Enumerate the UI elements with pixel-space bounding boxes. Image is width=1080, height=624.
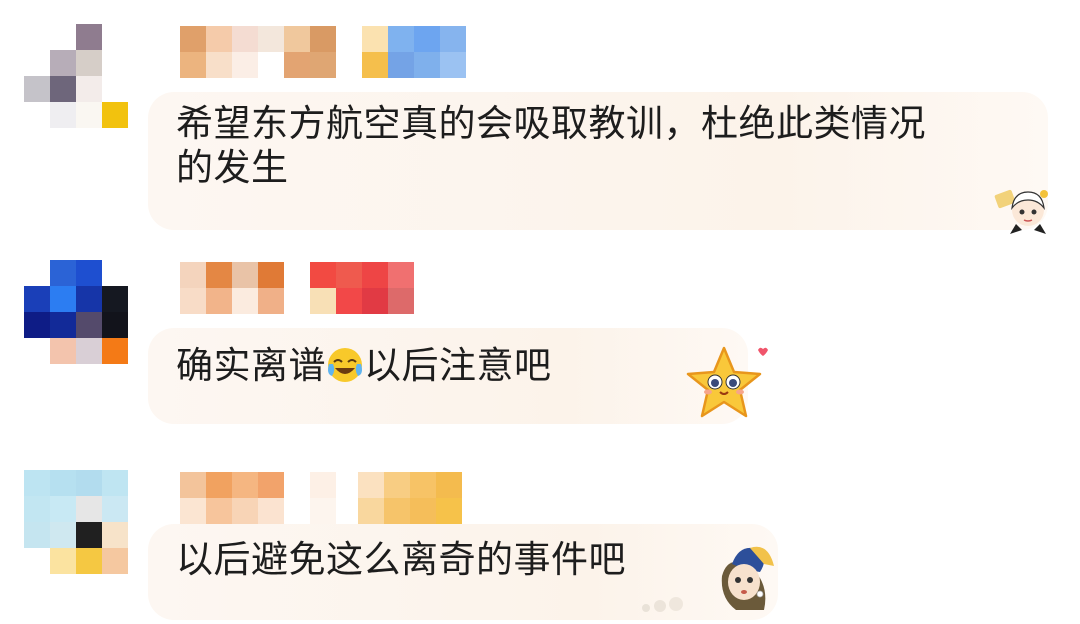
comment-item: 以后避免这么离奇的事件吧: [0, 440, 1080, 624]
username-blurred[interactable]: [180, 26, 492, 78]
username-blurred[interactable]: [180, 472, 488, 524]
avatar[interactable]: [24, 470, 128, 574]
avatar[interactable]: [24, 24, 128, 128]
comment-item: 确实离谱 以后注意吧: [0, 240, 1080, 440]
comment-text: 希望东方航空真的会吸取教训，杜绝此类情况 的发生: [176, 102, 926, 189]
pearl-earring-girl-sticker-icon: [642, 546, 774, 612]
star-sticker-icon: [686, 346, 768, 418]
avatar[interactable]: [24, 260, 128, 364]
username-blurred[interactable]: [180, 262, 440, 314]
comment-text: 以后避免这么离奇的事件吧: [176, 538, 626, 581]
comment-item: 希望东方航空真的会吸取教训，杜绝此类情况 的发生: [0, 0, 1080, 240]
laughing-crying-emoji-icon: [328, 348, 362, 382]
girl-sticker-icon: [994, 189, 1048, 234]
comment-text: 确实离谱 以后注意吧: [176, 344, 552, 387]
comment-list: 希望东方航空真的会吸取教训，杜绝此类情况 的发生 确实离谱 以后注意吧 以后避免…: [0, 0, 1080, 624]
